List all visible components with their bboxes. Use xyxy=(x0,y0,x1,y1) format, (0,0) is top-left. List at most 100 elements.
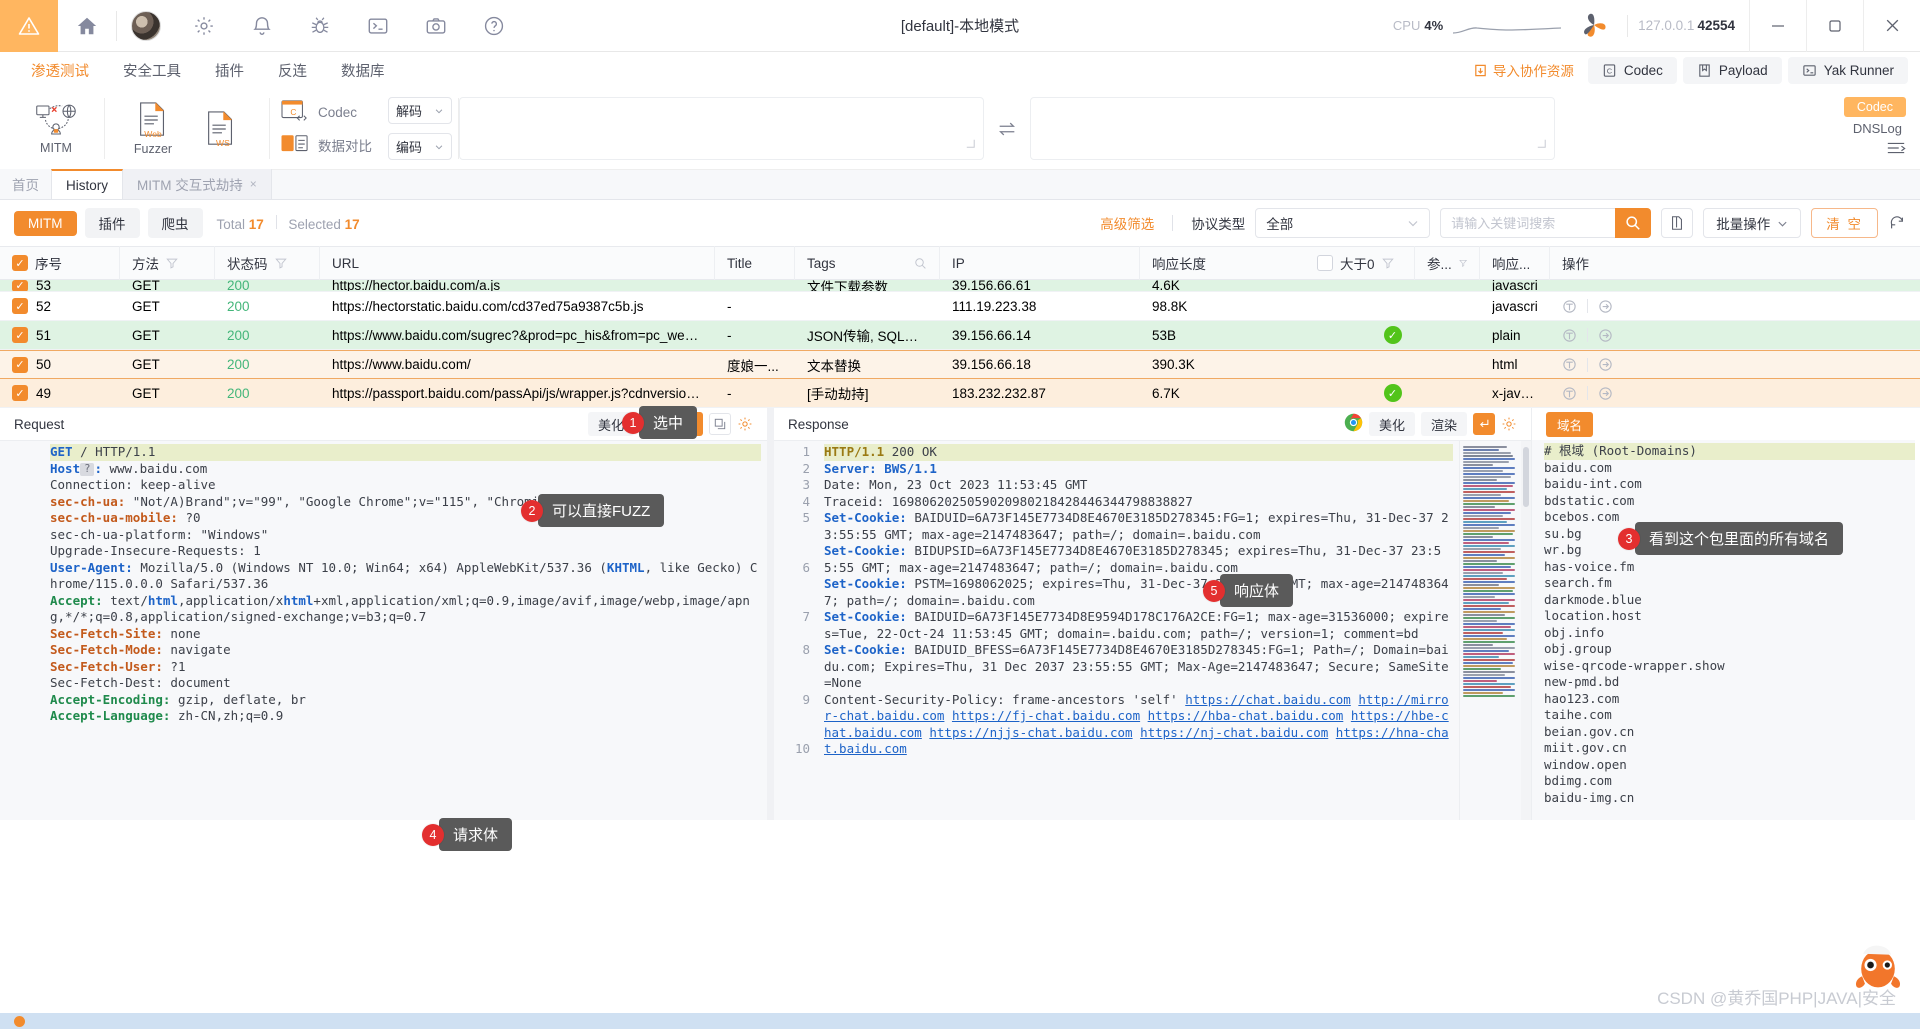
send-icon[interactable] xyxy=(1598,299,1613,314)
scan-icon[interactable] xyxy=(1562,357,1577,372)
tab-history[interactable]: History xyxy=(51,169,124,199)
response-scrollbar[interactable] xyxy=(1521,441,1531,820)
expand-lines-icon[interactable] xyxy=(1886,140,1906,161)
filter-chip-mitm[interactable]: MITM xyxy=(14,210,77,236)
batch-operation-button[interactable]: 批量操作 xyxy=(1703,208,1802,238)
swap-arrows-icon[interactable] xyxy=(984,88,1030,169)
row-checkbox[interactable]: ✓ xyxy=(12,327,28,343)
menu-item-security-tools[interactable]: 安全工具 xyxy=(106,60,198,81)
request-beautify-button[interactable]: 美化 xyxy=(588,412,635,436)
col-length[interactable]: 响应长度 xyxy=(1140,246,1305,280)
search-button[interactable] xyxy=(1615,208,1652,238)
payload-button[interactable]: Payload xyxy=(1682,56,1782,84)
minimize-button[interactable] xyxy=(1750,0,1806,52)
table-row[interactable]: ✓ 49 GET 200 https://passport.baidu.com/p… xyxy=(0,379,1920,408)
scrollbar-thumb[interactable] xyxy=(1523,447,1529,507)
scan-icon[interactable] xyxy=(1562,328,1577,343)
fuzz-button[interactable]: FUZZ xyxy=(640,412,703,436)
response-wrap-button[interactable] xyxy=(1473,413,1495,435)
greater-than-zero-checkbox[interactable] xyxy=(1317,255,1333,271)
send-icon[interactable] xyxy=(1598,386,1613,401)
ws-fuzzer-tool[interactable]: WS xyxy=(187,110,255,148)
request-settings-gear-icon[interactable] xyxy=(737,416,753,432)
menu-item-plugins[interactable]: 插件 xyxy=(198,60,261,81)
bell-icon[interactable] xyxy=(233,0,291,52)
menu-item-database[interactable]: 数据库 xyxy=(324,60,402,81)
scan-icon[interactable] xyxy=(1562,299,1577,314)
domain-list-body[interactable]: # 根域 (Root-Domains) baidu.com baidu-int.… xyxy=(1532,440,1915,820)
data-compare-tool[interactable]: 数据对比 xyxy=(280,132,372,158)
refresh-icon[interactable] xyxy=(1888,214,1906,232)
web-fuzzer-tool[interactable]: Web Fuzzer xyxy=(119,101,187,156)
filter-icon[interactable] xyxy=(1381,257,1394,269)
menu-item-reverse[interactable]: 反连 xyxy=(261,60,324,81)
maximize-button[interactable] xyxy=(1807,0,1863,52)
yak-runner-button[interactable]: Yak Runner xyxy=(1787,56,1908,84)
menu-item-pentest[interactable]: 渗透测试 xyxy=(14,60,106,81)
export-button[interactable] xyxy=(1661,208,1694,238)
decode-select[interactable]: 解码 xyxy=(388,97,452,124)
send-icon[interactable] xyxy=(1598,357,1613,372)
filter-icon[interactable] xyxy=(1458,257,1467,269)
response-settings-gear-icon[interactable] xyxy=(1501,416,1517,432)
filter-chip-crawler[interactable]: 爬虫 xyxy=(147,208,203,238)
row-checkbox[interactable]: ✓ xyxy=(12,298,28,314)
col-params[interactable]: 参... xyxy=(1415,246,1480,280)
codec-button[interactable]: C Codec xyxy=(1587,56,1677,84)
col-status[interactable]: 状态码 xyxy=(215,246,320,280)
search-icon[interactable] xyxy=(914,257,927,270)
col-title[interactable]: Title xyxy=(715,246,795,280)
protocol-type-select[interactable]: 全部 xyxy=(1255,208,1431,238)
clear-button[interactable]: 清 空 xyxy=(1811,208,1878,238)
table-row[interactable]: ✓ 52 GET 200 https://hectorstatic.baidu.c… xyxy=(0,292,1920,321)
request-copy-button[interactable] xyxy=(709,413,731,435)
home-icon[interactable] xyxy=(58,0,116,52)
row-checkbox[interactable]: ✓ xyxy=(12,280,28,291)
col-greater-than-zero[interactable]: 大于0 xyxy=(1305,246,1415,280)
filter-icon[interactable] xyxy=(274,257,287,269)
filter-chip-plugin[interactable]: 插件 xyxy=(84,208,140,238)
col-method[interactable]: 方法 xyxy=(120,246,215,280)
table-row-selected[interactable]: ✓ 50 GET 200 https://www.baidu.com/ 度娘一..… xyxy=(0,350,1920,379)
close-icon[interactable]: × xyxy=(250,177,257,191)
request-code-area[interactable]: GET / HTTP/1.1 Host?: www.baidu.com Conn… xyxy=(0,440,767,820)
warning-triangle-icon[interactable] xyxy=(0,0,58,52)
import-collab-resource-button[interactable]: 导入协作资源 xyxy=(1465,60,1582,80)
tab-home[interactable]: 首页 xyxy=(0,169,51,199)
domain-tab[interactable]: 域名 xyxy=(1546,411,1594,437)
response-render-button[interactable]: 渲染 xyxy=(1420,412,1467,436)
encode-select[interactable]: 编码 xyxy=(388,133,452,160)
mitm-tool[interactable]: MITM xyxy=(22,102,90,155)
bug-icon[interactable] xyxy=(291,0,349,52)
response-beautify-button[interactable]: 美化 xyxy=(1368,412,1415,436)
help-icon[interactable] xyxy=(465,0,523,52)
dnslog-label[interactable]: DNSLog xyxy=(1853,121,1906,136)
close-button[interactable] xyxy=(1864,0,1920,52)
col-tags[interactable]: Tags xyxy=(795,246,940,280)
response-code-area[interactable]: 1234 56 78 9 10 HTTP/1.1 200 OK Server: B… xyxy=(774,440,1531,820)
advanced-filter-link[interactable]: 高级筛选 xyxy=(1100,213,1154,233)
table-row[interactable]: ✓ 53 GET 200 https://hector.baidu.com/a.… xyxy=(0,280,1920,292)
codec-output-box[interactable] xyxy=(1030,97,1555,160)
codec-tool[interactable]: C Codec xyxy=(280,99,372,125)
row-checkbox[interactable]: ✓ xyxy=(12,385,28,401)
filter-icon[interactable] xyxy=(166,257,178,269)
response-minimap[interactable] xyxy=(1459,441,1521,820)
col-response-type[interactable]: 响应... xyxy=(1480,246,1550,280)
avatar[interactable] xyxy=(117,0,175,52)
col-url[interactable]: URL xyxy=(320,246,715,280)
table-row[interactable]: ✓ 51 GET 200 https://www.baidu.com/sugrec… xyxy=(0,321,1920,350)
col-index[interactable]: ✓ 序号 xyxy=(0,246,120,280)
tab-mitm-hijack[interactable]: MITM 交互式劫持 × xyxy=(123,169,272,199)
codec-input-box[interactable] xyxy=(459,97,984,160)
col-ip[interactable]: IP xyxy=(940,246,1140,280)
send-icon[interactable] xyxy=(1598,328,1613,343)
chrome-icon[interactable] xyxy=(1344,413,1363,435)
codec-pill[interactable]: Codec xyxy=(1843,96,1906,117)
scan-icon[interactable] xyxy=(1562,386,1577,401)
search-input[interactable] xyxy=(1440,208,1616,238)
terminal-icon[interactable] xyxy=(349,0,407,52)
panel-splitter[interactable] xyxy=(767,408,774,820)
row-checkbox[interactable]: ✓ xyxy=(12,356,28,373)
col-actions[interactable]: 操作 xyxy=(1550,246,1660,280)
